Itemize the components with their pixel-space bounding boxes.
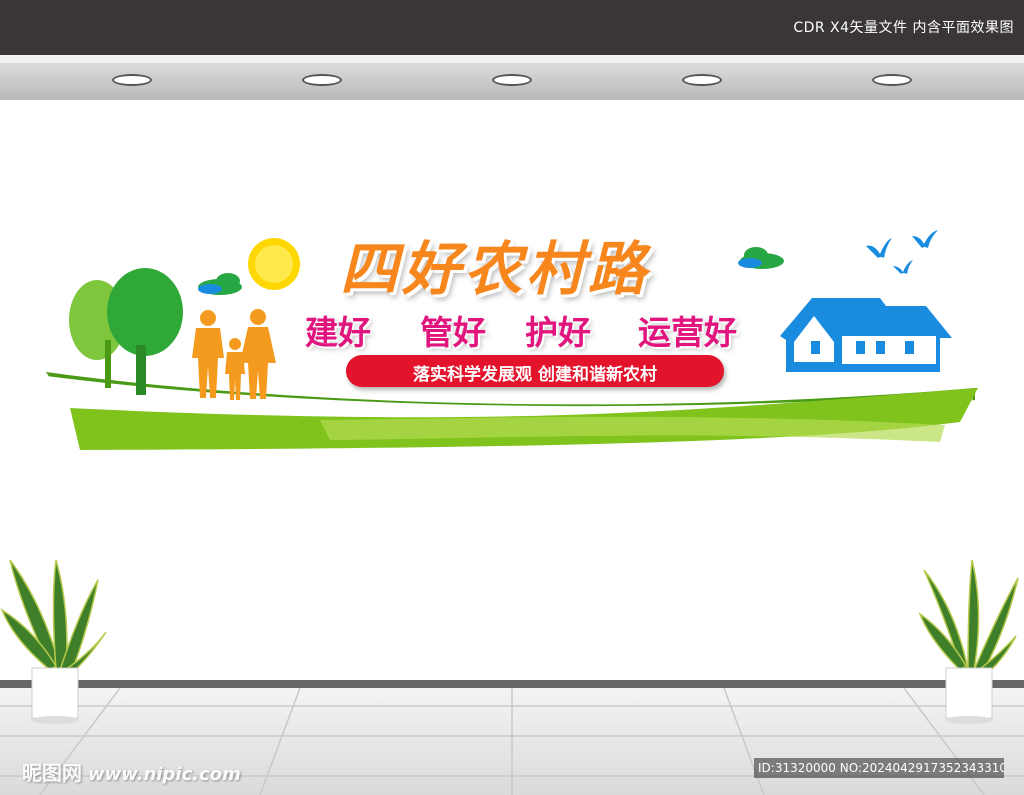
slogan-row: 建好 管好 护好 运营好 bbox=[305, 306, 775, 352]
slogan-banner-text: 落实科学发展观 创建和谐新农村 bbox=[413, 365, 657, 385]
potted-plant-icon bbox=[0, 559, 107, 724]
slogan-item: 管好 bbox=[420, 313, 486, 352]
signboard-graphics bbox=[0, 230, 1019, 724]
tree-icon bbox=[69, 268, 183, 395]
site-watermark: 昵图网 www.nipic.com bbox=[22, 757, 241, 786]
slogan-banner: 落实科学发展观 创建和谐新农村 bbox=[346, 355, 724, 387]
site-name: 昵图网 bbox=[22, 761, 82, 785]
cloud-icon bbox=[738, 247, 784, 269]
image-id-watermark: ID:31320000 NO:20240429173523433106 bbox=[754, 758, 1004, 778]
sun-icon bbox=[248, 238, 300, 290]
house-icon bbox=[780, 298, 952, 372]
slogan-item: 建好 bbox=[305, 313, 371, 352]
cloud-icon bbox=[198, 273, 242, 295]
bird-icon bbox=[866, 230, 938, 274]
site-url: www.nipic.com bbox=[88, 764, 241, 785]
signboard-title: 四好农村路 bbox=[340, 235, 651, 303]
slogan-item: 护好 bbox=[525, 313, 591, 352]
slogan-item: 运营好 bbox=[638, 313, 737, 352]
potted-plant-icon bbox=[918, 559, 1019, 724]
family-icon bbox=[192, 309, 276, 400]
